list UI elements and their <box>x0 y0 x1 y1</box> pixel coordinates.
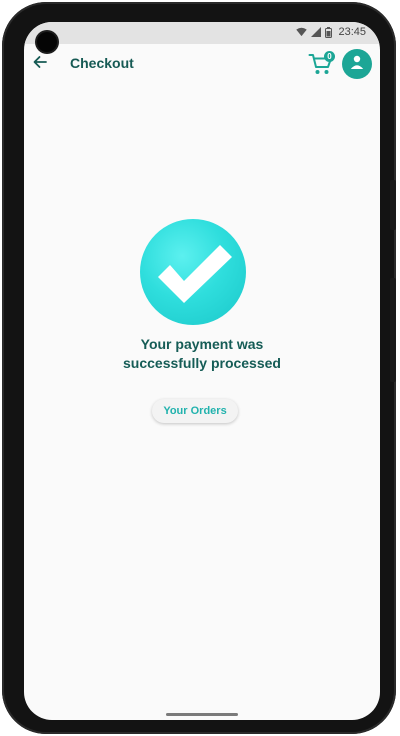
person-icon <box>349 54 365 75</box>
power-button <box>390 180 396 230</box>
success-message-line1: Your payment was <box>140 336 264 352</box>
shopping-cart-icon <box>308 54 334 81</box>
battery-icon <box>325 26 333 38</box>
wifi-icon <box>296 27 308 37</box>
success-message: Your payment was successfully processed <box>24 335 380 373</box>
cart-button[interactable]: 0 <box>308 51 336 77</box>
profile-button[interactable] <box>342 49 372 79</box>
status-icons: 23:45 <box>296 26 366 38</box>
arrow-left-icon <box>32 54 48 75</box>
cart-count-badge: 0 <box>324 51 335 62</box>
volume-button <box>390 278 396 382</box>
screen: 23:45 Checkout 0 Your payment was succes… <box>24 22 380 720</box>
page-title: Checkout <box>70 55 134 71</box>
signal-icon <box>311 27 322 37</box>
status-bar: 23:45 <box>24 22 380 44</box>
phone-frame: 23:45 Checkout 0 Your payment was succes… <box>2 2 396 734</box>
status-time: 23:45 <box>338 26 366 38</box>
back-button[interactable] <box>28 52 52 76</box>
your-orders-button[interactable]: Your Orders <box>152 399 238 423</box>
success-message-line2: successfully processed <box>123 355 281 371</box>
home-indicator <box>166 713 238 716</box>
front-camera <box>37 32 57 52</box>
app-bar: Checkout 0 <box>24 44 380 84</box>
check-circle-icon <box>140 219 246 325</box>
